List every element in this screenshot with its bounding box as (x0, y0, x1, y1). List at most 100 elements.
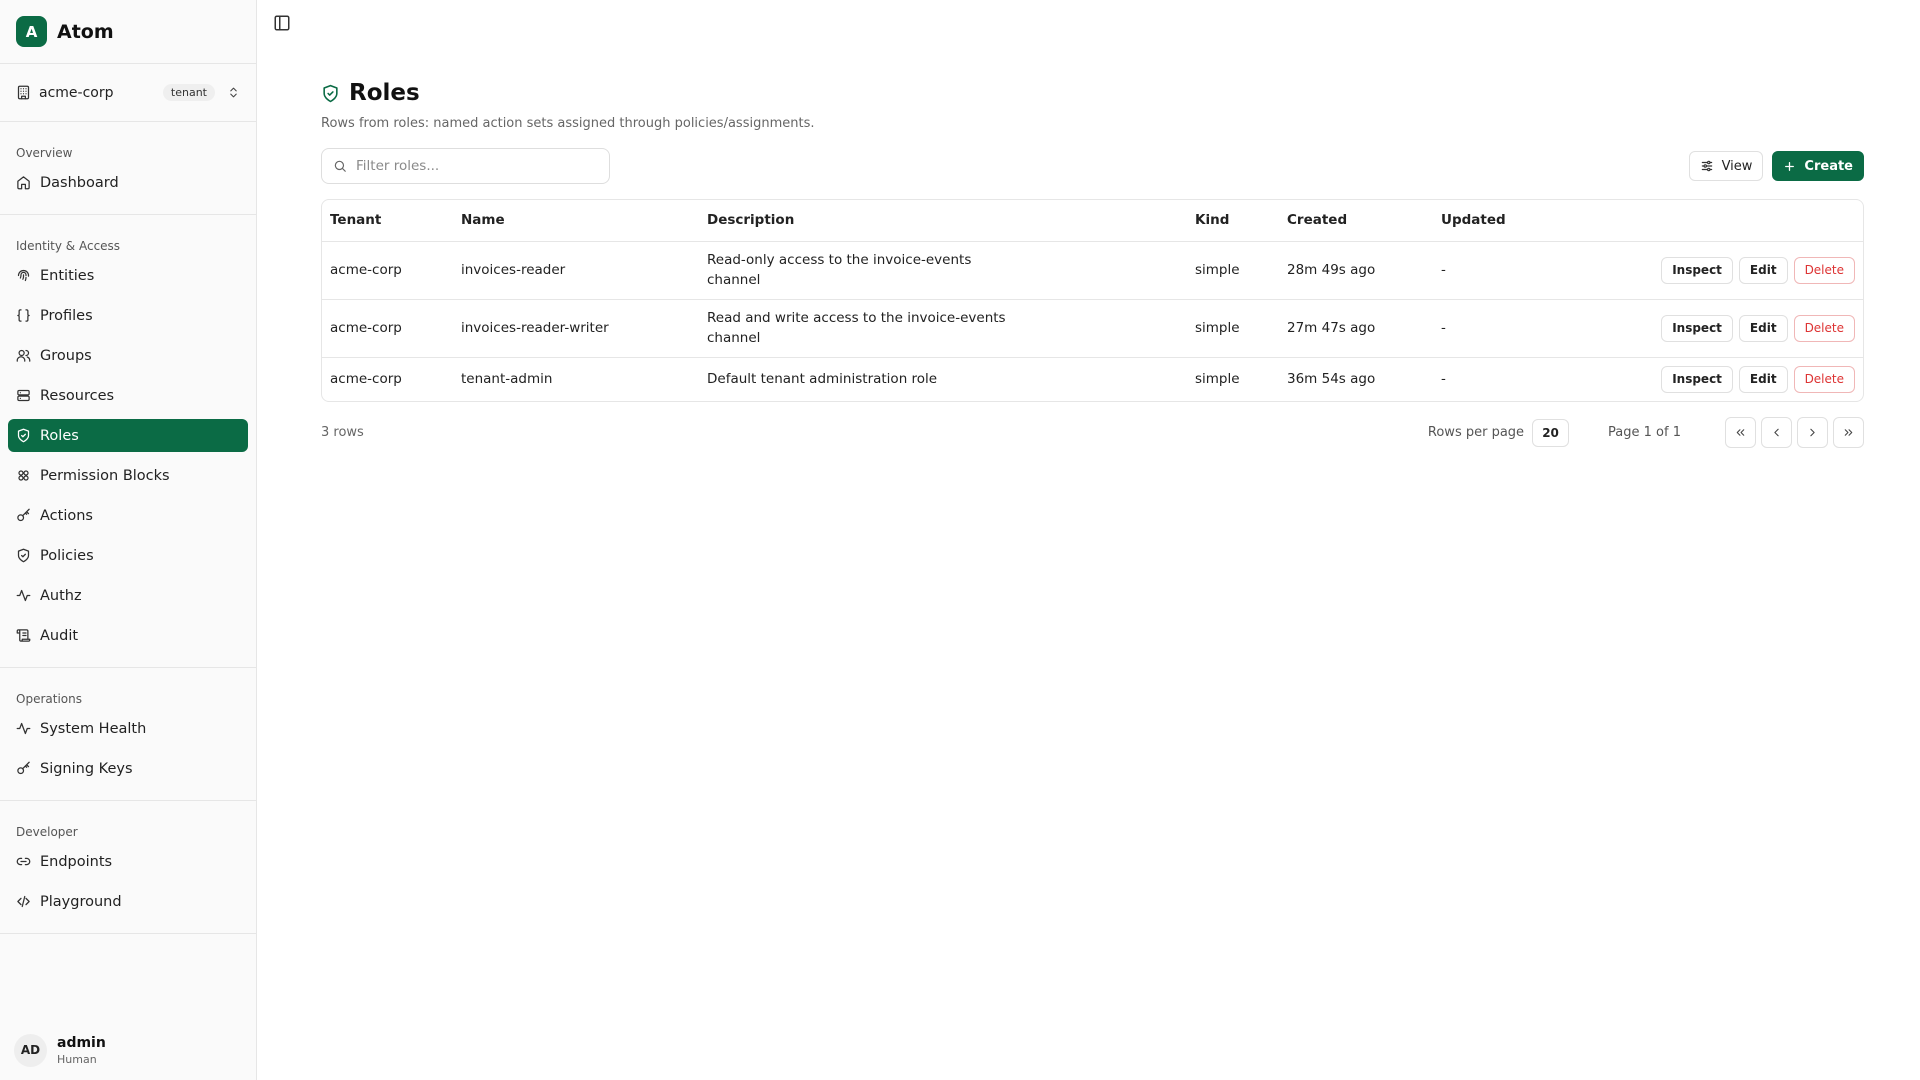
tenant-switcher[interactable]: acme-corp tenant (0, 64, 256, 122)
search-box (321, 148, 610, 184)
cell-kind: simple (1187, 241, 1279, 300)
sidebar-item-system-health[interactable]: System Health (8, 712, 248, 745)
sidebar-item-label: System Health (40, 720, 147, 737)
nav-section-title: Identity & Access (16, 239, 121, 253)
column-header-created[interactable]: Created (1279, 200, 1433, 242)
sidebar-item-dashboard[interactable]: Dashboard (8, 166, 248, 199)
nav-section: Operations System Health Signing Keys (0, 668, 256, 801)
filter-roles-input[interactable] (356, 158, 598, 174)
create-button[interactable]: Create (1772, 151, 1864, 181)
column-header-tenant[interactable]: Tenant (322, 200, 453, 242)
sidebar-item-playground[interactable]: Playground (8, 885, 248, 918)
sidebar-item-label: Actions (40, 507, 93, 524)
cell-created: 28m 49s ago (1279, 241, 1433, 300)
sidebar-item-actions[interactable]: Actions (8, 499, 248, 532)
cell-tenant: acme-corp (322, 299, 453, 358)
sidebar-item-label: Entities (40, 267, 95, 284)
delete-button[interactable]: Delete (1793, 365, 1855, 393)
avatar: AD (14, 1033, 47, 1067)
column-header-updated[interactable]: Updated (1433, 200, 1613, 242)
search-icon (334, 160, 346, 172)
table-row: acme-corp tenant-admin Default tenant admi… (322, 357, 1863, 401)
chevrons-right-icon (1844, 429, 1853, 436)
nav-section: Overview Dashboard (0, 122, 256, 215)
table-header-row: Tenant Name Description Kind Created Upd… (322, 200, 1863, 242)
home-icon (17, 176, 30, 190)
column-header-kind[interactable]: Kind (1187, 200, 1279, 242)
sidebar-item-permission-blocks[interactable]: Permission Blocks (8, 459, 248, 492)
cell-updated: - (1441, 371, 1446, 388)
sidebar-nav: Overview Dashboard Identity & Access Entiti… (0, 122, 256, 934)
sidebar-item-signing-keys[interactable]: Signing Keys (8, 752, 248, 785)
sidebar-item-authz[interactable]: Authz (8, 579, 248, 612)
sidebar-item-groups[interactable]: Groups (8, 339, 248, 372)
cell-name: invoices-reader-writer (453, 299, 699, 358)
shield-check-icon (323, 84, 338, 102)
link-icon (16, 857, 31, 866)
delete-button[interactable]: Delete (1793, 256, 1855, 284)
inspect-button[interactable]: Inspect (1661, 365, 1733, 393)
next-page-button[interactable] (1797, 417, 1828, 448)
table-row: acme-corp invoices-reader-writer Read and … (322, 299, 1863, 358)
sidebar-item-audit[interactable]: Audit (8, 619, 248, 652)
inspect-button[interactable]: Inspect (1661, 256, 1733, 284)
building-icon (17, 85, 30, 100)
brand-logo: A (16, 16, 47, 47)
previous-page-button[interactable] (1761, 417, 1792, 448)
cell-name: invoices-reader (453, 241, 699, 300)
view-button[interactable]: View (1688, 151, 1764, 181)
key-icon (17, 508, 30, 522)
view-button-label: View (1721, 158, 1753, 174)
plus-icon (1785, 161, 1795, 171)
sidebar-toggle-button[interactable] (273, 14, 293, 34)
sidebar-item-roles[interactable]: Roles (8, 419, 248, 452)
user-name: admin (57, 1034, 106, 1051)
sidebar-item-resources[interactable]: Resources (8, 379, 248, 412)
user-menu[interactable]: AD admin Human (0, 1020, 256, 1080)
page-indicator: Page 1 of 1 (1608, 425, 1681, 440)
sidebar-item-label: Audit (40, 627, 79, 644)
nav-section: Identity & Access Entities Profiles Groups R… (0, 215, 256, 668)
sidebar-item-label: Policies (40, 547, 94, 564)
column-header-name[interactable]: Name (453, 200, 699, 242)
sidebar-item-entities[interactable]: Entities (8, 259, 248, 292)
last-page-button[interactable] (1833, 417, 1864, 448)
row-count: 3 rows (321, 425, 364, 440)
column-header-description[interactable]: Description (699, 200, 1187, 242)
page-title: Roles (349, 80, 420, 106)
inspect-button[interactable]: Inspect (1661, 314, 1733, 342)
toolbar: View Create (321, 148, 1864, 184)
nav-section: Developer Endpoints Playground (0, 801, 256, 934)
nav-section-title: Developer (16, 825, 78, 839)
sidebar: A Atom acme-corp tenant Overview Dashboar… (0, 0, 257, 1080)
cell-actions: Inspect Edit Delete (1613, 241, 1863, 300)
rows-per-page-label: Rows per page (1427, 425, 1525, 440)
sidebar-item-label: Groups (40, 347, 92, 364)
description-text: Read and write access to the invoice-eve… (707, 310, 1006, 346)
scroll-icon (16, 629, 31, 642)
brand-name: Atom (57, 20, 114, 43)
cell-created: 27m 47s ago (1279, 299, 1433, 358)
description-text: Read-only access to the invoice-events c… (707, 252, 972, 288)
sidebar-item-profiles[interactable]: Profiles (8, 299, 248, 332)
nav-section-title: Operations (16, 692, 82, 706)
sidebar-item-policies[interactable]: Policies (8, 539, 248, 572)
edit-button[interactable]: Edit (1738, 365, 1788, 393)
sidebar-item-label: Authz (40, 587, 82, 604)
delete-button[interactable]: Delete (1793, 314, 1855, 342)
table-row: acme-corp invoices-reader Read-only access… (322, 241, 1863, 300)
sidebar-item-label: Playground (40, 893, 122, 910)
edit-button[interactable]: Edit (1738, 256, 1788, 284)
chevrons-up-down-icon (230, 87, 237, 98)
edit-button[interactable]: Edit (1738, 314, 1788, 342)
chevron-right-icon (1810, 428, 1815, 437)
sidebar-item-endpoints[interactable]: Endpoints (8, 845, 248, 878)
first-page-button[interactable] (1725, 417, 1756, 448)
rows-per-page-select[interactable]: 20 (1532, 418, 1570, 447)
cell-tenant: acme-corp (322, 241, 453, 300)
cell-kind: simple (1187, 299, 1279, 358)
braces-icon (17, 309, 30, 322)
sidebar-item-label: Profiles (40, 307, 93, 324)
chevron-left-icon (1774, 428, 1779, 437)
sidebar-item-label: Endpoints (40, 853, 113, 870)
